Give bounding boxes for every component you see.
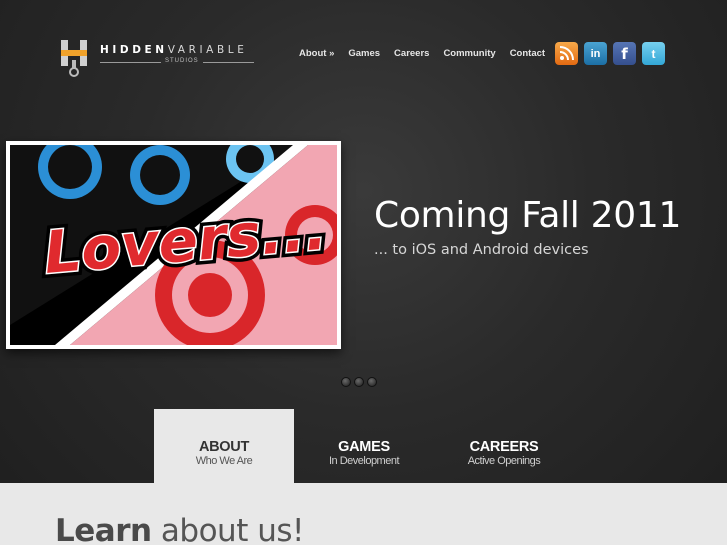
tab-careers[interactable]: CAREERS Active Openings — [434, 409, 574, 483]
nav-item-contact[interactable]: Contact — [510, 48, 545, 59]
tab-games-subtitle: In Development — [328, 455, 400, 467]
tab-about[interactable]: ABOUT Who We Are — [154, 409, 294, 483]
section-heading: Learn about us! — [55, 513, 304, 545]
section-heading-rest: about us! — [151, 513, 305, 545]
hero-subtitle: ... to iOS and Android devices — [374, 242, 589, 258]
hero-slide-image[interactable]: Lovers... Lovers... — [6, 141, 341, 349]
logo-wordmark: HIDDENVARIABLE — [100, 44, 247, 56]
social-links: in f t — [555, 42, 665, 65]
tab-games[interactable]: GAMES In Development — [294, 409, 434, 483]
logo-word-bold: HIDDEN — [100, 44, 168, 56]
tab-about-title: ABOUT — [198, 439, 250, 455]
nav-item-careers[interactable]: Careers — [394, 48, 429, 59]
lovers-artwork: Lovers... Lovers... — [10, 145, 337, 345]
tab-about-subtitle: Who We Are — [195, 455, 253, 467]
logo-mark-icon — [61, 40, 87, 77]
site-logo[interactable]: HIDDENVARIABLE STUDIOS — [58, 34, 258, 80]
slider-dot-2[interactable] — [354, 377, 364, 387]
rss-icon[interactable] — [555, 42, 578, 65]
tab-careers-title: CAREERS — [469, 439, 539, 455]
slider-dot-3[interactable] — [367, 377, 377, 387]
section-heading-bold: Learn — [55, 513, 152, 545]
nav-item-community[interactable]: Community — [443, 48, 495, 59]
linkedin-icon[interactable]: in — [584, 42, 607, 65]
logo-word-light: VARIABLE — [167, 44, 248, 56]
slider-dot-1[interactable] — [341, 377, 351, 387]
section-tabs: ABOUT Who We Are GAMES In Development CA… — [154, 409, 574, 483]
slider-pagination — [341, 377, 377, 387]
facebook-icon[interactable]: f — [613, 42, 636, 65]
tab-games-title: GAMES — [338, 439, 390, 455]
tab-careers-subtitle: Active Openings — [467, 455, 541, 467]
main-nav: About » Games Careers Community Contact — [299, 48, 559, 59]
twitter-icon[interactable]: t — [642, 42, 665, 65]
content-panel: Learn about us! — [0, 483, 727, 545]
nav-item-about[interactable]: About » — [299, 48, 334, 59]
nav-item-games[interactable]: Games — [348, 48, 380, 59]
hero-artwork: Lovers... Lovers... — [10, 145, 337, 345]
logo-subtitle: STUDIOS — [161, 58, 203, 64]
hero-title: Coming Fall 2011 — [374, 195, 682, 236]
